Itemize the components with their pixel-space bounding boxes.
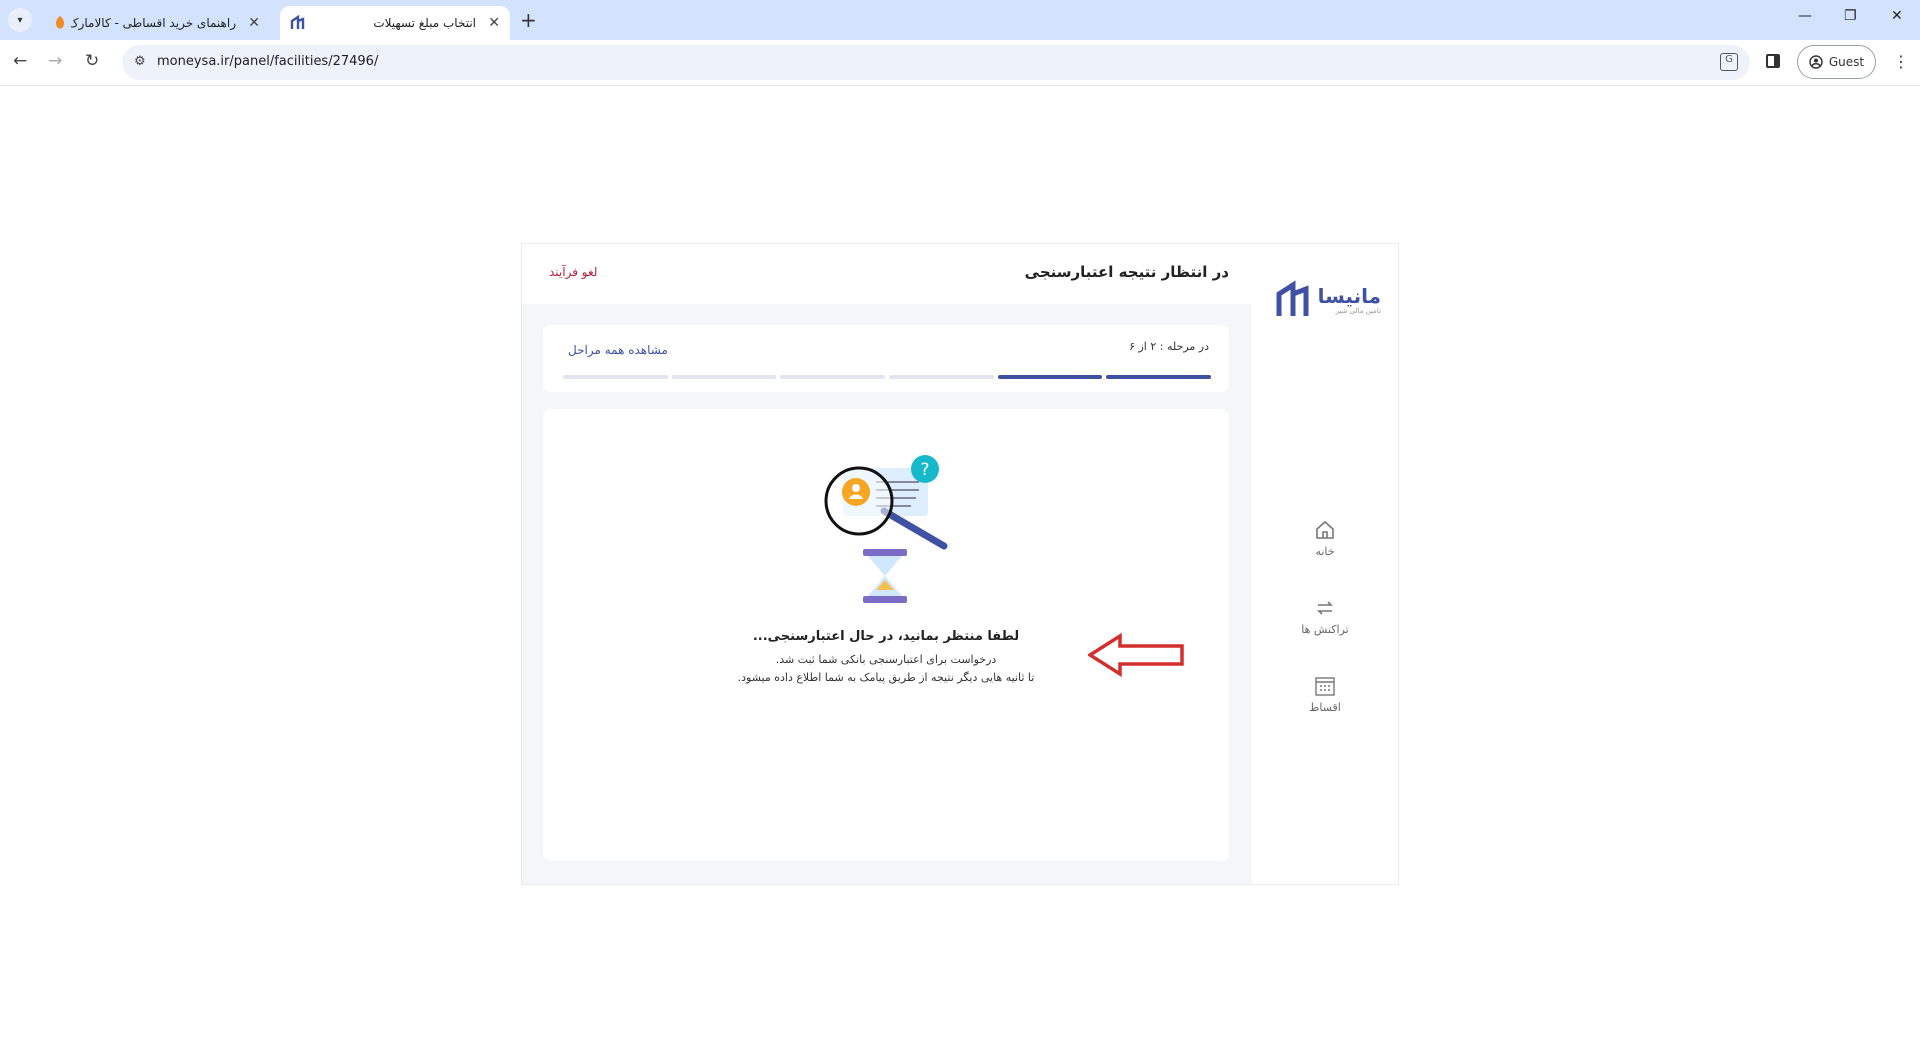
minimize-icon[interactable]: — [1798, 8, 1812, 24]
progress-segment [671, 375, 777, 379]
restore-icon[interactable]: ❐ [1844, 8, 1857, 24]
logo[interactable]: مانیسا تامین مالی شیر [1276, 280, 1381, 320]
moneysa-logo-icon [1276, 280, 1309, 316]
site-info-icon[interactable]: ⚙ [134, 54, 146, 69]
brand-name: مانیسا [1317, 284, 1381, 308]
tab-title: انتخاب مبلغ تسهیلات [373, 16, 476, 30]
tab-title: راهنمای خرید اقساطی - کالامارک [71, 16, 236, 30]
page-title: در انتظار نتیجه اعتبارسنجی [1024, 263, 1229, 281]
menu-icon[interactable]: ⋮ [1893, 52, 1909, 71]
app-panel: مانیسا تامین مالی شیر خانه تراکنش ها اقس… [521, 243, 1399, 885]
sidebar: مانیسا تامین مالی شیر خانه تراکنش ها اقس… [1250, 244, 1398, 884]
progress-segment [888, 375, 994, 379]
translate-icon[interactable]: G [1720, 53, 1738, 71]
browser-toolbar: ← → ↻ ⚙ moneysa.ir/panel/facilities/2749… [0, 40, 1920, 86]
progress-segment [562, 375, 668, 379]
kalamark-favicon-icon [56, 16, 64, 29]
close-tab-icon[interactable]: ✕ [488, 15, 500, 31]
url-text[interactable]: moneysa.ir/panel/facilities/27496/ [157, 54, 378, 69]
browser-tab-strip: ▾ راهنمای خرید اقساطی - کالامارک ✕ انتخا… [0, 0, 1920, 40]
close-window-icon[interactable]: ✕ [1891, 8, 1903, 24]
calendar-icon [1315, 677, 1335, 696]
tab-search-button[interactable]: ▾ [8, 8, 32, 32]
sidebar-item-label: تراکنش ها [1301, 623, 1349, 636]
cancel-process-link[interactable]: لغو فرآیند [549, 265, 597, 279]
progress-segment [997, 375, 1103, 379]
sidebar-item-label: اقساط [1309, 701, 1341, 714]
step-counter: در مرحله : ۲ از ۶ [1129, 340, 1209, 353]
sidebar-item-installments[interactable]: اقساط [1251, 675, 1399, 714]
forward-icon[interactable]: → [48, 51, 62, 71]
home-icon [1316, 520, 1334, 539]
address-bar[interactable]: ⚙ moneysa.ir/panel/facilities/27496/ G [122, 45, 1750, 80]
progress-segment [1106, 375, 1211, 379]
profile-icon [1809, 55, 1823, 69]
profile-button[interactable]: Guest [1797, 45, 1876, 79]
close-tab-icon[interactable]: ✕ [248, 15, 260, 31]
step-progress-bar [562, 375, 1211, 379]
reload-icon[interactable]: ↻ [85, 51, 99, 71]
credit-check-illustration-icon: ? [824, 455, 948, 603]
back-icon[interactable]: ← [13, 51, 27, 71]
profile-label: Guest [1828, 55, 1865, 69]
tab-inactive[interactable]: راهنمای خرید اقساطی - کالامارک ✕ [42, 6, 270, 40]
transactions-icon [1317, 601, 1333, 615]
steps-card: در مرحله : ۲ از ۶ مشاهده همه مراحل [543, 325, 1229, 392]
tab-active[interactable]: انتخاب مبلغ تسهیلات ✕ [280, 6, 510, 40]
sidebar-item-transactions[interactable]: تراکنش ها [1251, 597, 1399, 636]
page-header: در انتظار نتیجه اعتبارسنجی لغو فرآیند [522, 244, 1251, 304]
view-all-steps-link[interactable]: مشاهده همه مراحل [568, 343, 668, 357]
annotation-arrow-icon [1088, 633, 1184, 678]
svg-text:?: ? [920, 460, 929, 480]
progress-segment [780, 375, 885, 379]
sidebar-item-home[interactable]: خانه [1251, 519, 1399, 558]
new-tab-icon[interactable]: + [520, 8, 537, 32]
brand-tagline: تامین مالی شیر [1335, 307, 1381, 315]
sidebar-item-label: خانه [1315, 545, 1335, 558]
moneysa-favicon-icon [290, 15, 305, 29]
side-panel-icon[interactable] [1766, 54, 1780, 68]
